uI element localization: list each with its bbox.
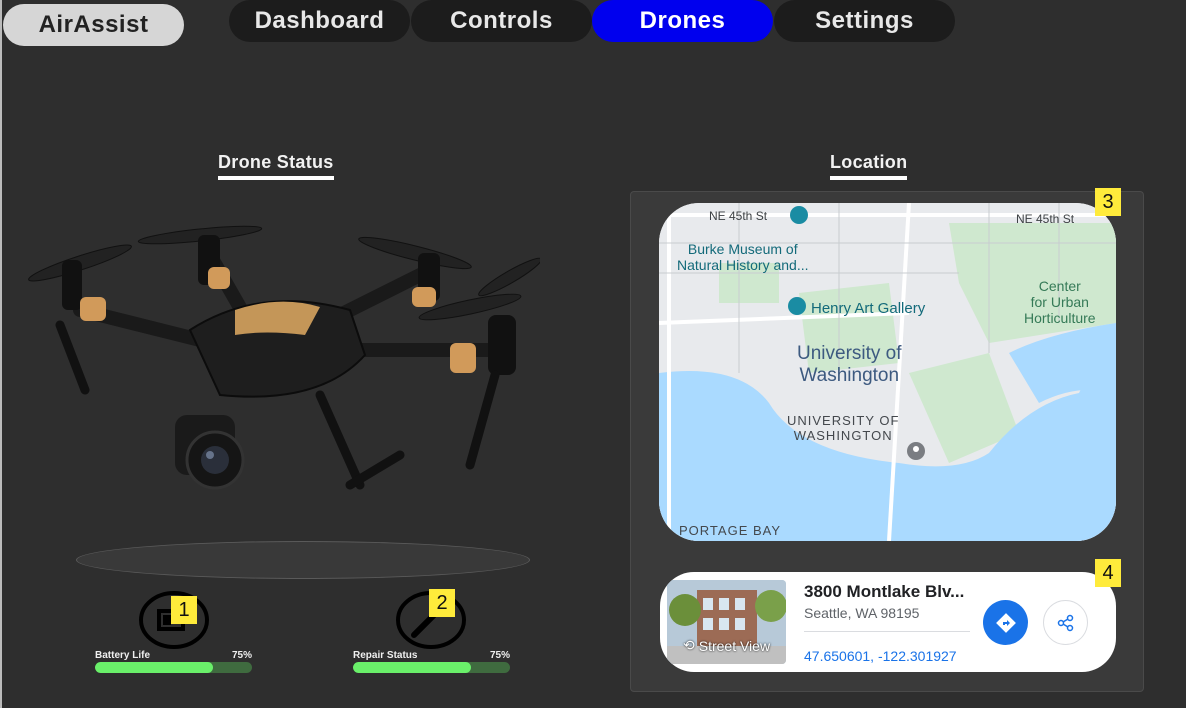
repair-track bbox=[353, 662, 510, 673]
share-icon bbox=[1057, 614, 1073, 631]
battery-fill bbox=[95, 662, 213, 673]
annotation-badge-2: 2 bbox=[429, 589, 455, 617]
street-view-label: Street View bbox=[698, 637, 771, 654]
brand-logo[interactable]: AirAssist bbox=[3, 4, 184, 46]
map-view[interactable]: NE 45th St NE 45th St Burke Museum of Na… bbox=[659, 203, 1116, 541]
annotation-badge-3: 3 bbox=[1095, 188, 1121, 216]
address-line-1: 3800 Montlake Blv... bbox=[804, 582, 965, 601]
tab-drones[interactable]: Drones bbox=[592, 0, 773, 42]
card-divider bbox=[804, 631, 970, 632]
battery-meter: Battery Life 75% bbox=[95, 650, 252, 673]
tab-controls[interactable]: Controls bbox=[411, 0, 592, 42]
tab-settings[interactable]: Settings bbox=[774, 0, 955, 42]
repair-fill bbox=[353, 662, 471, 673]
drone-status-title: Drone Status bbox=[218, 152, 334, 180]
street-view-caption: ⟲ Street View bbox=[683, 637, 770, 654]
map-label-street-left: NE 45th St bbox=[709, 209, 768, 223]
map-label-bay: PORTAGE BAY bbox=[679, 523, 782, 538]
repair-meter: Repair Status 75% bbox=[353, 650, 510, 673]
repair-label: Repair Status bbox=[353, 650, 418, 661]
annotation-badge-4: 4 bbox=[1095, 559, 1121, 587]
battery-label: Battery Life bbox=[95, 650, 151, 661]
address-line-2: Seattle, WA 98195 bbox=[804, 605, 920, 621]
tab-dashboard[interactable]: Dashboard bbox=[229, 0, 410, 42]
battery-value: 75% bbox=[231, 650, 252, 661]
drone-landing-pad bbox=[76, 541, 530, 579]
map-label-burke: Burke Museum of Natural History and... bbox=[677, 241, 809, 273]
location-title: Location bbox=[830, 152, 908, 180]
coordinates-link[interactable]: 47.650601, -122.301927 bbox=[804, 648, 957, 664]
battery-track bbox=[95, 662, 252, 673]
directions-button[interactable] bbox=[983, 600, 1028, 645]
directions-icon bbox=[995, 612, 1016, 633]
map-label-henry: Henry Art Gallery bbox=[811, 300, 926, 317]
repair-value: 75% bbox=[489, 650, 510, 661]
map-label-uw: University of Washington bbox=[797, 343, 902, 386]
drone-image bbox=[20, 215, 542, 525]
map-label-street-right: NE 45th St bbox=[1016, 212, 1075, 226]
map-label-uw-caps: UNIVERSITY OF WASHINGTON bbox=[787, 413, 900, 443]
map-label-center: Center for Urban Horticulture bbox=[1024, 278, 1096, 326]
street-view-icon: ⟲ bbox=[683, 637, 695, 653]
place-card[interactable]: ⟲ Street View 3800 Montlake Blv... Seatt… bbox=[660, 572, 1116, 672]
annotation-badge-1: 1 bbox=[171, 596, 197, 624]
share-button[interactable] bbox=[1043, 600, 1088, 645]
street-view-thumbnail[interactable]: ⟲ Street View bbox=[667, 580, 786, 664]
